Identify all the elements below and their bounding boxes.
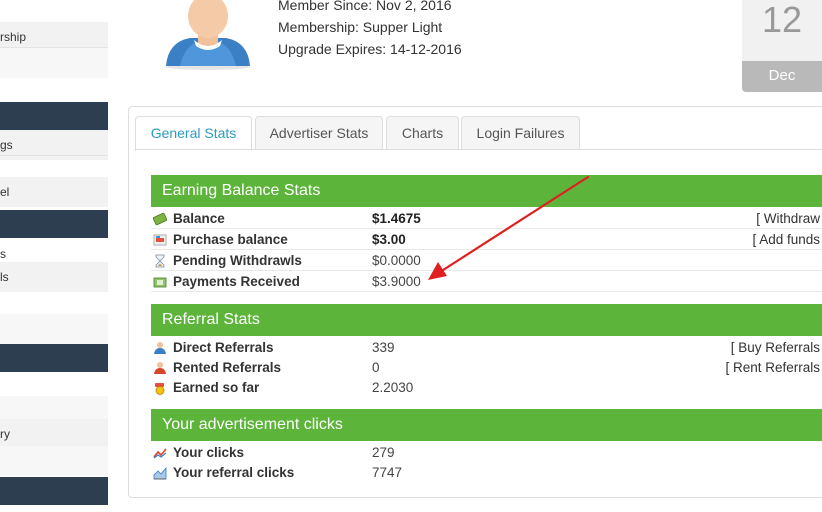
tab-charts[interactable]: Charts	[386, 116, 459, 150]
stat-row-your-clicks: Your clicks 279	[151, 442, 822, 463]
sidebar-item-label: ls	[0, 270, 9, 284]
coins-icon	[155, 383, 165, 395]
stat-label: Payments Received	[173, 274, 300, 289]
sidebar: rship gs el s ls ry	[0, 0, 108, 512]
stat-row-balance: Balance $1.4675 [ Withdraw	[151, 208, 822, 229]
stat-value: 2.2030	[372, 380, 414, 395]
stat-value: $3.00	[372, 232, 406, 247]
stat-value: $3.9000	[372, 274, 421, 289]
stat-row-rented-referrals: Rented Referrals 0 [ Rent Referrals	[151, 357, 822, 378]
upgrade-expires: Upgrade Expires: 14-12-2016	[278, 41, 462, 57]
chart-area-icon	[153, 466, 167, 480]
tab-divider	[135, 149, 822, 150]
withdraw-link[interactable]: [ Withdraw	[756, 208, 820, 229]
sidebar-item-blank[interactable]	[0, 446, 108, 476]
stat-row-pending-withdrawls: Pending Withdrawls $0.0000	[151, 250, 822, 271]
stat-label: Your clicks	[173, 445, 245, 460]
sidebar-section-header	[0, 477, 108, 505]
stat-label: Balance	[173, 211, 225, 226]
date-month: Dec	[742, 61, 822, 92]
stat-label: Rented Referrals	[173, 360, 282, 375]
stat-row-your-referral-clicks: Your referral clicks 7747	[151, 462, 822, 483]
stat-value: 279	[372, 445, 395, 460]
user-icon	[154, 342, 166, 354]
sidebar-item-referrals[interactable]: ls	[0, 262, 108, 292]
sidebar-item-label: gs	[0, 138, 13, 152]
sidebar-item-blank[interactable]	[0, 48, 108, 78]
rent-referrals-link[interactable]: [ Rent Referrals	[725, 357, 820, 378]
hourglass-icon	[155, 254, 165, 268]
stat-value: $0.0000	[372, 253, 421, 268]
money-icon	[153, 212, 167, 226]
membership-level: Membership: Supper Light	[278, 19, 443, 35]
divider	[0, 155, 108, 156]
payment-icon	[153, 277, 167, 288]
sidebar-item-blank[interactable]	[0, 314, 108, 344]
buy-referrals-link[interactable]: [ Buy Referrals	[731, 337, 820, 358]
sidebar-item-label: s	[0, 247, 6, 261]
stat-row-direct-referrals: Direct Referrals 339 [ Buy Referrals	[151, 337, 822, 358]
cart-icon	[153, 234, 167, 246]
sidebar-section-header	[0, 210, 108, 238]
date-day: 12	[742, 0, 822, 61]
sidebar-section-header	[0, 102, 108, 130]
stat-value: 7747	[372, 465, 403, 480]
sidebar-item-history[interactable]: ry	[0, 419, 108, 449]
stat-label: Earned so far	[173, 380, 260, 395]
date-box: 12 Dec	[742, 0, 822, 92]
stat-label: Pending Withdrawls	[173, 253, 302, 268]
sidebar-item-label: el	[0, 185, 10, 199]
stat-label: Direct Referrals	[173, 340, 274, 355]
stat-value: $1.4675	[372, 211, 421, 226]
sidebar-item-label: ry	[0, 427, 10, 441]
add-funds-link[interactable]: [ Add funds	[752, 229, 820, 250]
earning-balance-header: Earning Balance Stats	[151, 175, 822, 207]
avatar	[166, 0, 250, 70]
member-info: Member Since: Nov 2, 2016 Membership: Su…	[278, 0, 462, 60]
stat-row-purchase-balance: Purchase balance $3.00 [ Add funds	[151, 229, 822, 250]
stat-label: Your referral clicks	[173, 465, 295, 480]
sidebar-item-level[interactable]: el	[0, 177, 108, 207]
tab-login-failures[interactable]: Login Failures	[461, 116, 580, 150]
stat-row-payments-received: Payments Received $3.9000	[151, 271, 822, 292]
sidebar-item-label: rship	[0, 30, 27, 44]
tab-general-stats[interactable]: General Stats	[135, 116, 252, 151]
tab-advertiser-stats[interactable]: Advertiser Stats	[255, 116, 383, 150]
member-since: Member Since: Nov 2, 2016	[278, 0, 452, 13]
chart-line-icon	[153, 448, 167, 459]
sidebar-section-header	[0, 344, 108, 372]
stat-label: Purchase balance	[173, 232, 288, 247]
referral-stats-header: Referral Stats	[151, 304, 822, 336]
stat-value: 339	[372, 340, 395, 355]
user-red-icon	[154, 362, 166, 374]
ad-clicks-header: Your advertisement clicks	[151, 409, 822, 441]
stat-row-earned-so-far: Earned so far 2.2030	[151, 377, 822, 398]
stat-value: 0	[372, 360, 380, 375]
